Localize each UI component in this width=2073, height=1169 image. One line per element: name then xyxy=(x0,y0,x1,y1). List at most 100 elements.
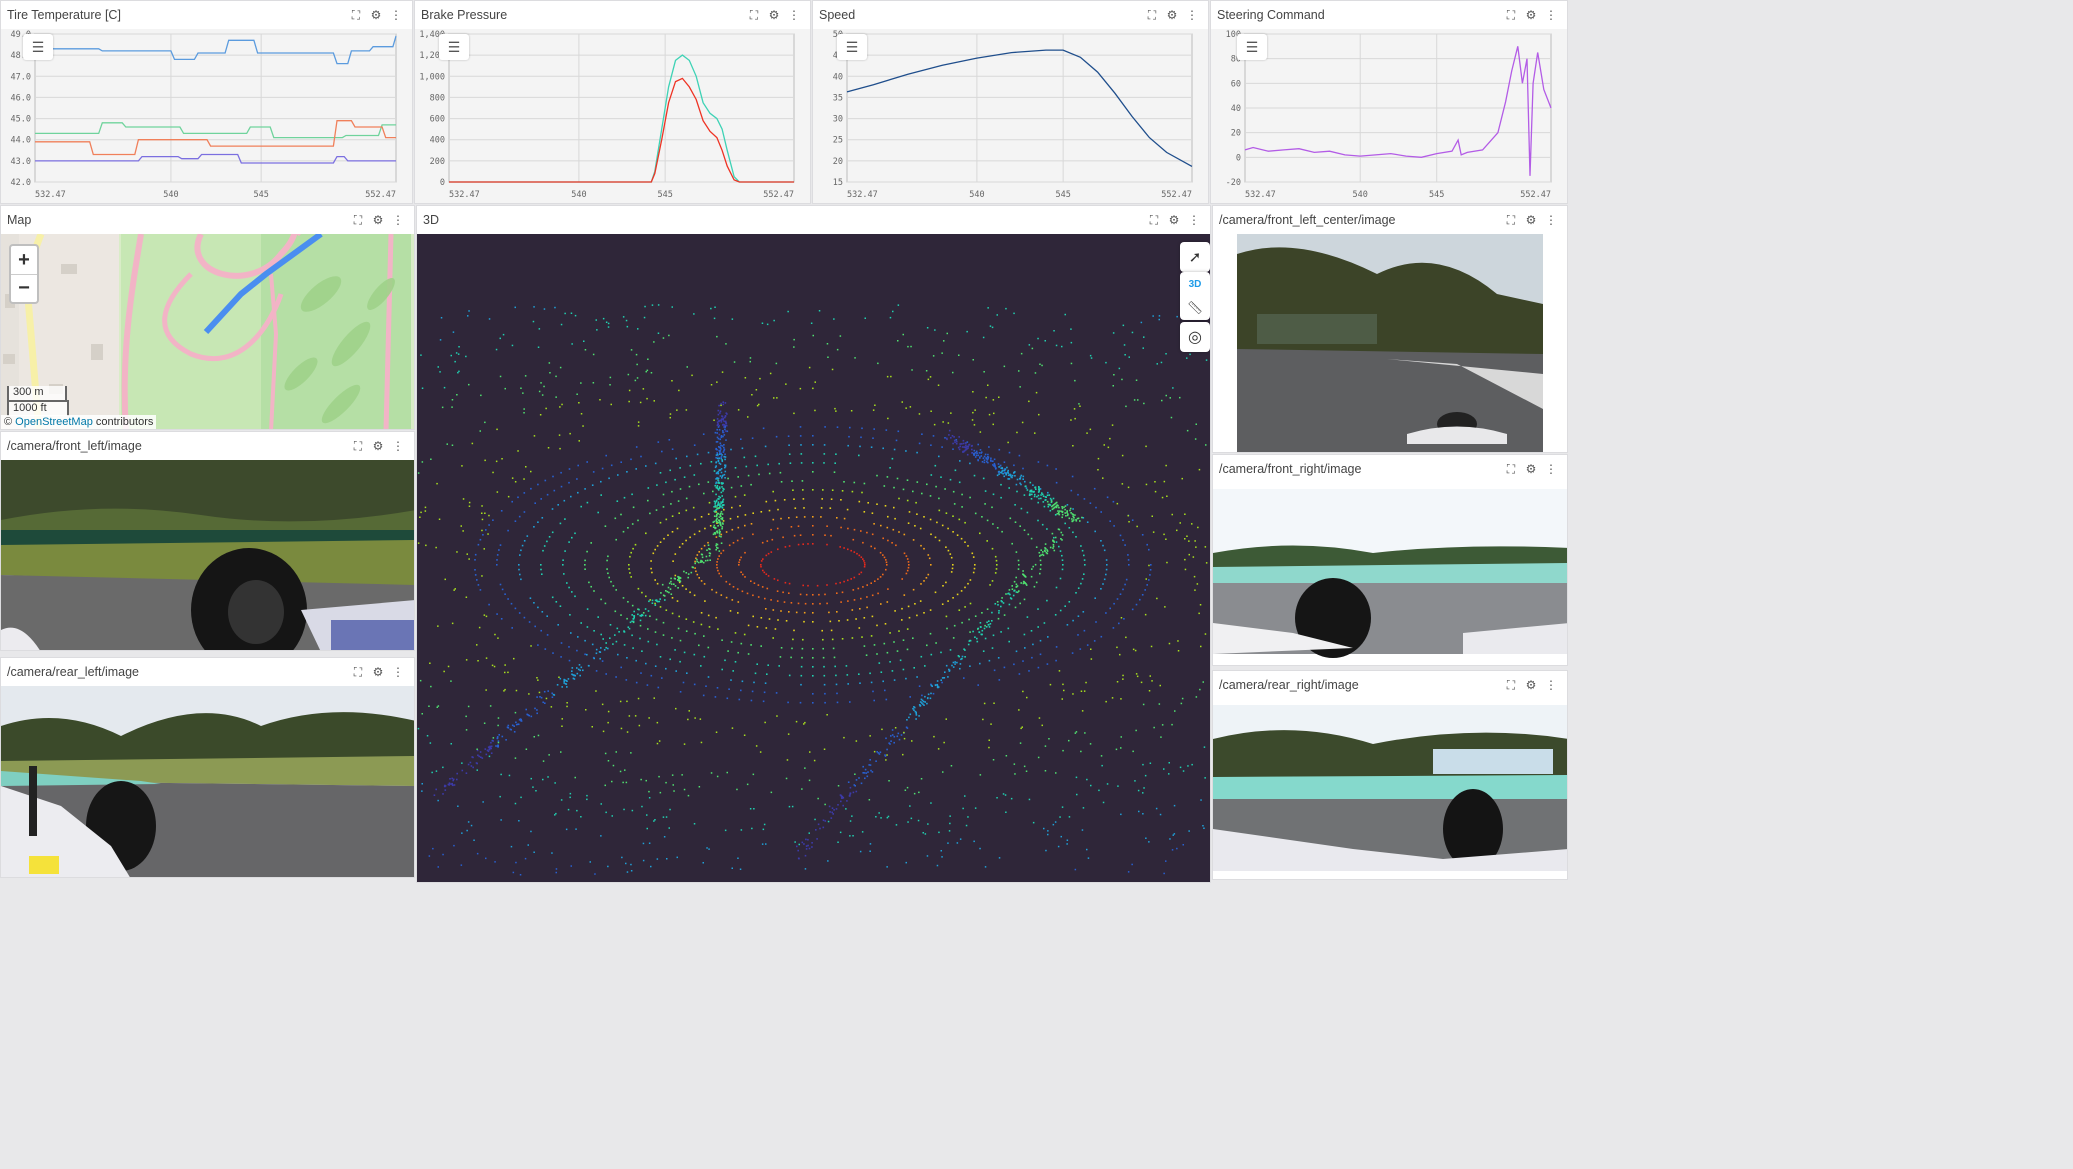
kebab-menu-icon[interactable]: ⋮ xyxy=(1541,5,1561,25)
gear-icon[interactable]: ⚙ xyxy=(1521,459,1541,479)
expand-icon[interactable]: ⛶ xyxy=(1142,5,1162,25)
lidar-point-cloud[interactable] xyxy=(417,234,1211,883)
panel-header: Tire Temperature [C] ⛶ ⚙ ⋮ xyxy=(1,1,412,29)
zoom-out-button[interactable]: − xyxy=(11,274,37,302)
camera-frame xyxy=(1237,234,1543,452)
x-tick-label: 545 xyxy=(253,190,268,200)
plot-panel-tire-temperature: Tire Temperature [C] ⛶ ⚙ ⋮ 49.0 48.0 47.0 4… xyxy=(0,0,413,204)
panel-title: Brake Pressure xyxy=(421,8,508,22)
expand-icon[interactable]: ⛶ xyxy=(1501,675,1521,695)
camera-image-rear-right[interactable] xyxy=(1213,699,1567,879)
y-tick-label: 47.0 xyxy=(11,72,31,82)
panel-header: /camera/front_left/image ⛶ ⚙ ⋮ xyxy=(1,432,414,460)
expand-icon[interactable]: ⛶ xyxy=(348,662,368,682)
gear-icon[interactable]: ⚙ xyxy=(1521,210,1541,230)
x-tick-label: 552.47 xyxy=(763,190,794,200)
camera-frame xyxy=(1,686,414,877)
gear-icon[interactable]: ⚙ xyxy=(1521,5,1541,25)
kebab-menu-icon[interactable]: ⋮ xyxy=(1184,210,1204,230)
legend-toggle-button[interactable]: ☰ xyxy=(439,34,469,60)
gear-icon[interactable]: ⚙ xyxy=(368,210,388,230)
expand-icon[interactable]: ⛶ xyxy=(1501,459,1521,479)
gear-icon[interactable]: ⚙ xyxy=(1162,5,1182,25)
map-view[interactable]: + − 300 m 1000 ft © OpenStreetMap contri… xyxy=(1,227,414,429)
camera-image-front-left-center[interactable] xyxy=(1213,234,1567,452)
osm-link[interactable]: OpenStreetMap xyxy=(15,416,93,428)
kebab-menu-icon[interactable]: ⋮ xyxy=(1541,459,1561,479)
zoom-in-button[interactable]: + xyxy=(11,246,37,274)
panel-header: /camera/front_left_center/image ⛶ ⚙ ⋮ xyxy=(1213,206,1567,234)
camera-frame xyxy=(1213,705,1567,871)
x-tick-label: 532.47 xyxy=(35,190,66,200)
y-tick-label: 400 xyxy=(430,136,445,146)
point-cloud-viewport[interactable]: ➚ 3D 📏︎ ◎ xyxy=(417,234,1210,882)
ruler-icon[interactable]: 📏︎ xyxy=(1187,296,1204,320)
expand-icon[interactable]: ⛶ xyxy=(1501,5,1521,25)
select-arrow-icon[interactable]: ➚ xyxy=(1180,242,1210,272)
y-tick-label: 35 xyxy=(833,93,843,103)
plot-area[interactable]: 49.0 48.0 47.0 46.0 45.0 44.0 43.0 42.0 532.47 54… xyxy=(1,29,412,203)
x-tick-label: 552.47 xyxy=(365,190,396,200)
expand-icon[interactable]: ⛶ xyxy=(1144,210,1164,230)
3d-toggle-button[interactable]: 3D xyxy=(1189,272,1202,296)
speed-chart[interactable]: 5045403530252015532.47540545552.47 xyxy=(813,29,1208,204)
gear-icon[interactable]: ⚙ xyxy=(764,5,784,25)
expand-icon[interactable]: ⛶ xyxy=(1501,210,1521,230)
point-cloud-points xyxy=(417,304,1208,876)
x-tick-label: 545 xyxy=(1055,190,1070,200)
panel-title: /camera/front_left/image xyxy=(7,439,142,453)
expand-icon[interactable]: ⛶ xyxy=(348,210,368,230)
camera-panel-front-right: /camera/front_right/image ⛶ ⚙ ⋮ xyxy=(1212,454,1568,666)
plot-area[interactable]: 100 80 60 40 20 0 -20 532.47 540 545 552.47 ☰ xyxy=(1211,29,1567,203)
legend-toggle-button[interactable]: ☰ xyxy=(837,34,867,60)
panel-header: Brake Pressure ⛶ ⚙ ⋮ xyxy=(415,1,810,29)
panel-title: /camera/front_left_center/image xyxy=(1219,213,1396,227)
y-tick-label: 30 xyxy=(833,115,843,125)
gear-icon[interactable]: ⚙ xyxy=(368,662,388,682)
kebab-menu-icon[interactable]: ⋮ xyxy=(1541,675,1561,695)
kebab-menu-icon[interactable]: ⋮ xyxy=(784,5,804,25)
y-tick-label: -20 xyxy=(1226,178,1241,188)
kebab-menu-icon[interactable]: ⋮ xyxy=(388,662,408,682)
y-tick-label: 60 xyxy=(1231,79,1241,89)
y-tick-label: 600 xyxy=(430,115,445,125)
expand-icon[interactable]: ⛶ xyxy=(348,436,368,456)
kebab-menu-icon[interactable]: ⋮ xyxy=(388,436,408,456)
legend-toggle-button[interactable]: ☰ xyxy=(1237,34,1267,60)
brake-pressure-chart[interactable]: 1,4001,2001,0008006004002000532.47 540 545… xyxy=(415,29,810,204)
plot-area[interactable]: 5045403530252015532.47540545552.47 ☰ xyxy=(813,29,1208,203)
expand-icon[interactable]: ⛶ xyxy=(346,5,366,25)
x-tick-label: 540 xyxy=(969,190,984,200)
gear-icon[interactable]: ⚙ xyxy=(366,5,386,25)
x-tick-label: 545 xyxy=(657,190,672,200)
camera-frame xyxy=(1,460,414,650)
plot-panel-brake-pressure: Brake Pressure ⛶ ⚙ ⋮ 1,400 1,200 1,000 800 6… xyxy=(414,0,811,204)
target-icon[interactable]: ◎ xyxy=(1180,322,1210,352)
camera-image-front-right[interactable] xyxy=(1213,483,1567,665)
kebab-menu-icon[interactable]: ⋮ xyxy=(386,5,406,25)
camera-image-front-left[interactable] xyxy=(1,460,414,650)
map-attribution: © OpenStreetMap contributors xyxy=(1,415,157,429)
y-tick-label: 46.0 xyxy=(11,93,31,103)
y-tick-label: 15 xyxy=(833,178,843,188)
plot-frame xyxy=(846,33,1193,183)
y-tick-label: 44.0 xyxy=(11,136,31,146)
kebab-menu-icon[interactable]: ⋮ xyxy=(1541,210,1561,230)
gear-icon[interactable]: ⚙ xyxy=(368,436,388,456)
camera-panel-front-left-center: /camera/front_left_center/image ⛶ ⚙ ⋮ xyxy=(1212,205,1568,453)
panel-header: 3D ⛶ ⚙ ⋮ xyxy=(417,206,1210,234)
legend-toggle-button[interactable]: ☰ xyxy=(23,34,53,60)
kebab-menu-icon[interactable]: ⋮ xyxy=(1182,5,1202,25)
camera-image-rear-left[interactable] xyxy=(1,686,414,877)
kebab-menu-icon[interactable]: ⋮ xyxy=(388,210,408,230)
expand-icon[interactable]: ⛶ xyxy=(744,5,764,25)
gear-icon[interactable]: ⚙ xyxy=(1521,675,1541,695)
tire-temperature-chart[interactable]: 49.048.047.046.045.044.043.042.0532.47 54… xyxy=(1,29,412,204)
plot-panel-speed: Speed ⛶ ⚙ ⋮ 5045403530252015532.47540545… xyxy=(812,0,1209,204)
gear-icon[interactable]: ⚙ xyxy=(1164,210,1184,230)
panel-header: /camera/rear_right/image ⛶ ⚙ ⋮ xyxy=(1213,671,1567,699)
panel-title: Steering Command xyxy=(1217,8,1325,22)
panel-title: /camera/front_right/image xyxy=(1219,462,1362,476)
plot-area[interactable]: 1,400 1,200 1,000 800 600 400 200 0 532.47 540 545… xyxy=(415,29,810,203)
attribution-suffix: contributors xyxy=(95,416,154,428)
